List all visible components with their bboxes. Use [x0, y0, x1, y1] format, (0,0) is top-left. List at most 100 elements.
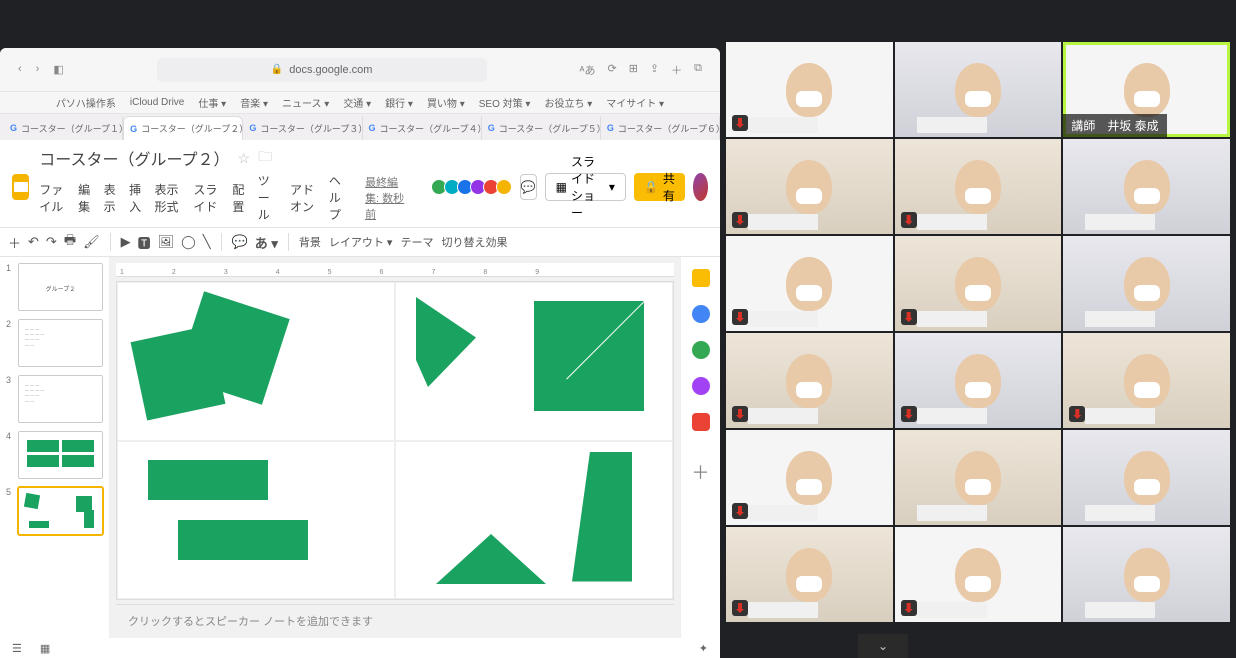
- tabs-icon[interactable]: ⧉: [694, 62, 702, 78]
- video-tile[interactable]: [1063, 527, 1230, 622]
- select-icon[interactable]: ▶: [121, 234, 131, 250]
- collapse-button[interactable]: ⌄: [858, 634, 908, 658]
- layout-button[interactable]: レイアウト ▾: [329, 234, 393, 250]
- view-grid-icon[interactable]: ▦: [40, 642, 50, 655]
- green-rect-2[interactable]: [178, 520, 308, 560]
- slide-canvas[interactable]: [116, 281, 674, 600]
- bookmark-item[interactable]: 交通 ▾: [343, 95, 371, 110]
- background-button[interactable]: 背景: [299, 234, 321, 250]
- explore-icon[interactable]: ✦: [699, 642, 708, 655]
- bookmark-item[interactable]: 銀行 ▾: [385, 95, 413, 110]
- slide-thumb[interactable]: グループ２: [18, 263, 103, 311]
- maps-icon[interactable]: [692, 413, 710, 431]
- filmstrip[interactable]: 1グループ２2― ― ―― ― ― ―― ― ―― ―3― ― ―― ― ― ―…: [0, 257, 110, 638]
- menu-item[interactable]: 表示: [104, 181, 117, 215]
- slide-thumb[interactable]: [18, 431, 103, 479]
- bookmark-item[interactable]: iCloud Drive: [130, 97, 184, 108]
- menu-item[interactable]: 配置: [232, 181, 245, 215]
- textbox-icon[interactable]: 🆃: [138, 233, 151, 252]
- video-tile[interactable]: [1063, 333, 1230, 428]
- menu-item[interactable]: 挿入: [129, 181, 142, 215]
- video-tile[interactable]: [895, 139, 1062, 234]
- slides-logo-icon[interactable]: [12, 174, 29, 200]
- video-tile[interactable]: [895, 430, 1062, 525]
- collaborator-avatars[interactable]: [434, 179, 512, 195]
- video-tile[interactable]: [895, 527, 1062, 622]
- address-bar[interactable]: 🔒 docs.google.com: [157, 58, 487, 82]
- newtab-icon[interactable]: ＋: [671, 62, 682, 78]
- theme-button[interactable]: テーマ: [400, 234, 433, 250]
- forward-icon[interactable]: ›: [36, 63, 40, 76]
- view-list-icon[interactable]: ☰: [12, 642, 22, 655]
- paint-icon[interactable]: 🖌: [83, 234, 100, 250]
- print-icon[interactable]: 🖶: [64, 231, 76, 253]
- browser-tab[interactable]: Gコースター（グループ６） - Googl…: [601, 116, 720, 140]
- menu-item[interactable]: ファイル: [39, 181, 66, 215]
- slide-thumb[interactable]: ― ― ―― ― ― ―― ― ―― ―: [18, 319, 103, 367]
- video-tile[interactable]: [895, 236, 1062, 331]
- menu-item[interactable]: 表示形式: [155, 181, 182, 215]
- reload-icon[interactable]: ⟳: [607, 62, 616, 78]
- bookmark-item[interactable]: 仕事 ▾: [198, 95, 226, 110]
- line-icon[interactable]: ╲: [203, 234, 211, 250]
- bookmark-item[interactable]: パソハ操作系: [56, 95, 116, 110]
- menu-item[interactable]: 編集: [78, 181, 91, 215]
- add-panel-icon[interactable]: ＋: [692, 459, 710, 485]
- menu-item[interactable]: ツール: [258, 172, 278, 223]
- video-tile[interactable]: [1063, 430, 1230, 525]
- speaker-notes[interactable]: クリックするとスピーカー ノートを追加できます: [116, 604, 674, 638]
- menu-item[interactable]: アドオン: [290, 181, 317, 215]
- bookmark-item[interactable]: ニュース ▾: [282, 95, 329, 110]
- video-tile[interactable]: [895, 333, 1062, 428]
- browser-tab[interactable]: Gコースター（グループ１） - Googl…: [4, 116, 123, 140]
- comments-button[interactable]: 💬: [520, 174, 537, 200]
- video-tile[interactable]: [895, 42, 1062, 137]
- browser-tab[interactable]: Gコースター（グループ４） - Googl…: [363, 116, 482, 140]
- account-avatar[interactable]: [693, 173, 708, 201]
- transition-button[interactable]: 切り替え効果: [441, 234, 507, 250]
- keep-icon[interactable]: [692, 305, 710, 323]
- bookmark-item[interactable]: 音楽 ▾: [240, 95, 268, 110]
- green-arrowish[interactable]: [416, 297, 476, 387]
- video-tile[interactable]: [726, 139, 893, 234]
- bookmark-item[interactable]: お役立ち ▾: [544, 95, 592, 110]
- calendar-icon[interactable]: [692, 269, 710, 287]
- bookmark-item[interactable]: 買い物 ▾: [427, 95, 465, 110]
- share-button[interactable]: 🔒 共有: [634, 173, 685, 201]
- redo-icon[interactable]: ↷: [46, 234, 57, 250]
- video-tile[interactable]: [726, 430, 893, 525]
- star-icon[interactable]: ☆: [238, 150, 251, 167]
- bookmark-item[interactable]: マイサイト ▾: [606, 95, 664, 110]
- video-tile[interactable]: 講師 井坂 泰成: [1063, 42, 1230, 137]
- present-button[interactable]: ▦ スライドショー ▾: [545, 173, 626, 201]
- undo-icon[interactable]: ↶: [28, 234, 39, 250]
- move-icon[interactable]: 🗀: [258, 146, 272, 170]
- collaborator-dot[interactable]: [496, 179, 512, 195]
- video-tile[interactable]: [726, 527, 893, 622]
- video-tile[interactable]: [726, 333, 893, 428]
- last-edit-text[interactable]: 最終編集: 数秒前: [365, 174, 412, 222]
- browser-tab[interactable]: Gコースター（グループ２） - Googl…: [123, 116, 243, 140]
- video-tile[interactable]: [1063, 139, 1230, 234]
- new-slide-icon[interactable]: ＋: [8, 233, 21, 252]
- image-icon[interactable]: 🖼: [158, 234, 175, 250]
- share-icon[interactable]: ⇪: [650, 62, 659, 78]
- back-icon[interactable]: ‹: [18, 63, 22, 76]
- browser-tab[interactable]: Gコースター（グループ３） - Googl…: [243, 116, 362, 140]
- bookmark-item[interactable]: SEO 対策 ▾: [479, 95, 531, 110]
- grid-icon[interactable]: ⊞: [629, 62, 638, 78]
- green-triangle[interactable]: [436, 534, 546, 584]
- reader-icon[interactable]: ᴬあ: [580, 62, 596, 78]
- green-trapezoid[interactable]: [572, 452, 632, 582]
- text-style-icon[interactable]: あ ▾: [255, 233, 278, 252]
- video-tile[interactable]: [1063, 236, 1230, 331]
- comment-icon[interactable]: 💬: [232, 234, 248, 250]
- menu-item[interactable]: ヘルプ: [329, 172, 349, 223]
- doc-title[interactable]: コースター（グループ２）: [39, 146, 229, 170]
- green-rect-1[interactable]: [148, 460, 268, 500]
- slide-thumb[interactable]: ― ― ―― ― ― ―― ― ―― ―: [18, 375, 103, 423]
- menu-item[interactable]: スライド: [193, 181, 220, 215]
- sidebar-icon[interactable]: ◧: [53, 63, 63, 76]
- slide-thumb[interactable]: [18, 487, 103, 535]
- video-tile[interactable]: [726, 42, 893, 137]
